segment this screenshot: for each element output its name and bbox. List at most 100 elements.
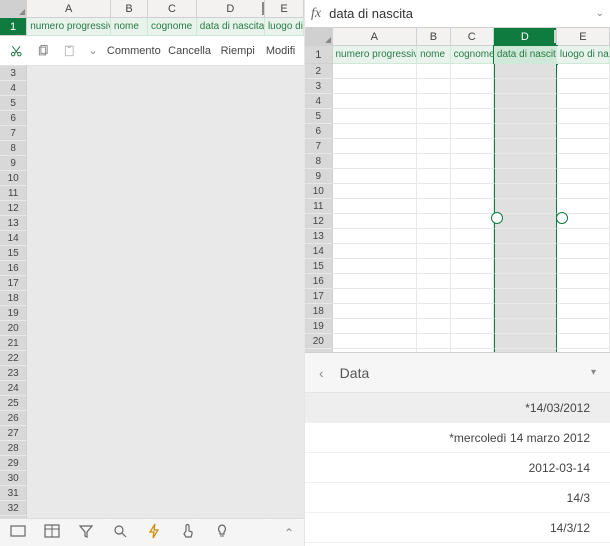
rowhdr[interactable]: 9 [0, 156, 27, 171]
cell[interactable] [265, 411, 304, 426]
cell[interactable] [557, 244, 610, 259]
cell[interactable] [111, 141, 148, 156]
rowhdr[interactable]: 4 [0, 81, 27, 96]
rowhdr[interactable]: 13 [0, 216, 27, 231]
grid-row[interactable]: 20 [0, 321, 304, 336]
rowhdr[interactable]: 19 [0, 306, 27, 321]
cell[interactable] [494, 94, 557, 109]
header-cell[interactable]: nome [417, 46, 451, 64]
rowhdr[interactable]: 12 [0, 201, 27, 216]
header-cell[interactable]: cognome [148, 18, 197, 36]
header-cell[interactable]: numero progressivo [333, 46, 418, 64]
rowhdr[interactable]: 21 [0, 336, 27, 351]
cell[interactable] [27, 456, 111, 471]
grid-row[interactable]: 4 [0, 81, 304, 96]
cell[interactable] [557, 169, 610, 184]
cell[interactable] [333, 139, 418, 154]
cell[interactable] [148, 366, 197, 381]
cell[interactable] [417, 139, 450, 154]
cell[interactable] [333, 334, 418, 349]
grid-row[interactable]: 7 [305, 139, 610, 154]
cell[interactable] [451, 229, 494, 244]
grid-row[interactable]: 23 [0, 366, 304, 381]
cell[interactable] [494, 334, 557, 349]
cell[interactable] [265, 291, 304, 306]
cell[interactable] [451, 64, 494, 79]
cell[interactable] [148, 441, 197, 456]
copy-button[interactable] [31, 39, 56, 63]
grid-row[interactable]: 29 [0, 456, 304, 471]
grid-row[interactable]: 6 [305, 124, 610, 139]
grid-row[interactable]: 11 [0, 186, 304, 201]
cell[interactable] [111, 351, 148, 366]
cell[interactable] [265, 96, 304, 111]
cell[interactable] [417, 289, 450, 304]
selection-handle-top[interactable] [491, 212, 503, 224]
cell[interactable] [111, 486, 148, 501]
cell[interactable] [557, 184, 610, 199]
cell[interactable] [333, 229, 418, 244]
cell[interactable] [197, 231, 265, 246]
rowhdr[interactable]: 31 [0, 486, 27, 501]
colhdr-A[interactable]: A [27, 0, 111, 17]
cell[interactable] [111, 321, 148, 336]
cell[interactable] [27, 411, 111, 426]
colhdr-E[interactable]: E [557, 28, 610, 45]
cell[interactable] [197, 321, 265, 336]
paste-button[interactable] [57, 39, 82, 63]
grid-right[interactable]: 23456789101112131415161718192021222324 [305, 64, 610, 352]
cell[interactable] [265, 321, 304, 336]
grid-row[interactable]: 5 [305, 109, 610, 124]
date-format-option[interactable]: 14/3 [305, 483, 610, 513]
cell[interactable] [265, 66, 304, 81]
cell[interactable] [494, 229, 557, 244]
cell[interactable] [417, 64, 450, 79]
cell[interactable] [417, 184, 450, 199]
select-all-left[interactable] [0, 0, 27, 17]
cell[interactable] [111, 336, 148, 351]
cell[interactable] [557, 124, 610, 139]
cell[interactable] [417, 79, 450, 94]
rowhdr[interactable]: 24 [0, 381, 27, 396]
cell[interactable] [111, 231, 148, 246]
cell[interactable] [451, 124, 494, 139]
rowhdr[interactable]: 6 [0, 111, 27, 126]
cell[interactable] [27, 246, 111, 261]
cell[interactable] [557, 109, 610, 124]
grid-left[interactable]: 3456789101112131415161718192021222324252… [0, 66, 304, 518]
cell[interactable] [333, 64, 418, 79]
cell[interactable] [27, 96, 111, 111]
cell[interactable] [111, 261, 148, 276]
cell[interactable] [148, 321, 197, 336]
cell[interactable] [557, 94, 610, 109]
rowhdr[interactable]: 5 [0, 96, 27, 111]
cell[interactable] [197, 111, 265, 126]
cell[interactable] [417, 214, 450, 229]
rowhdr[interactable]: 9 [305, 169, 333, 184]
cell[interactable] [494, 109, 557, 124]
rowhdr[interactable]: 2 [305, 64, 333, 79]
cell[interactable] [197, 381, 265, 396]
grid-row[interactable]: 2 [305, 64, 610, 79]
cell[interactable] [197, 261, 265, 276]
cell[interactable] [197, 81, 265, 96]
cell[interactable] [197, 456, 265, 471]
cell[interactable] [148, 96, 197, 111]
rowhdr[interactable]: 7 [305, 139, 333, 154]
header-cell[interactable]: numero progressivo [27, 18, 111, 36]
cell[interactable] [197, 471, 265, 486]
dropdown-icon[interactable]: ▾ [591, 367, 596, 378]
grid-row[interactable]: 32 [0, 501, 304, 516]
cell[interactable] [494, 154, 557, 169]
table-icon[interactable] [44, 523, 60, 542]
cell[interactable] [494, 259, 557, 274]
rowhdr-1[interactable]: 1 [0, 18, 27, 36]
cell[interactable] [148, 156, 197, 171]
cell[interactable] [417, 94, 450, 109]
grid-row[interactable]: 3 [0, 66, 304, 81]
rowhdr[interactable]: 28 [0, 441, 27, 456]
cell[interactable] [265, 306, 304, 321]
cell[interactable] [333, 214, 418, 229]
cell[interactable] [111, 426, 148, 441]
cell[interactable] [451, 274, 494, 289]
